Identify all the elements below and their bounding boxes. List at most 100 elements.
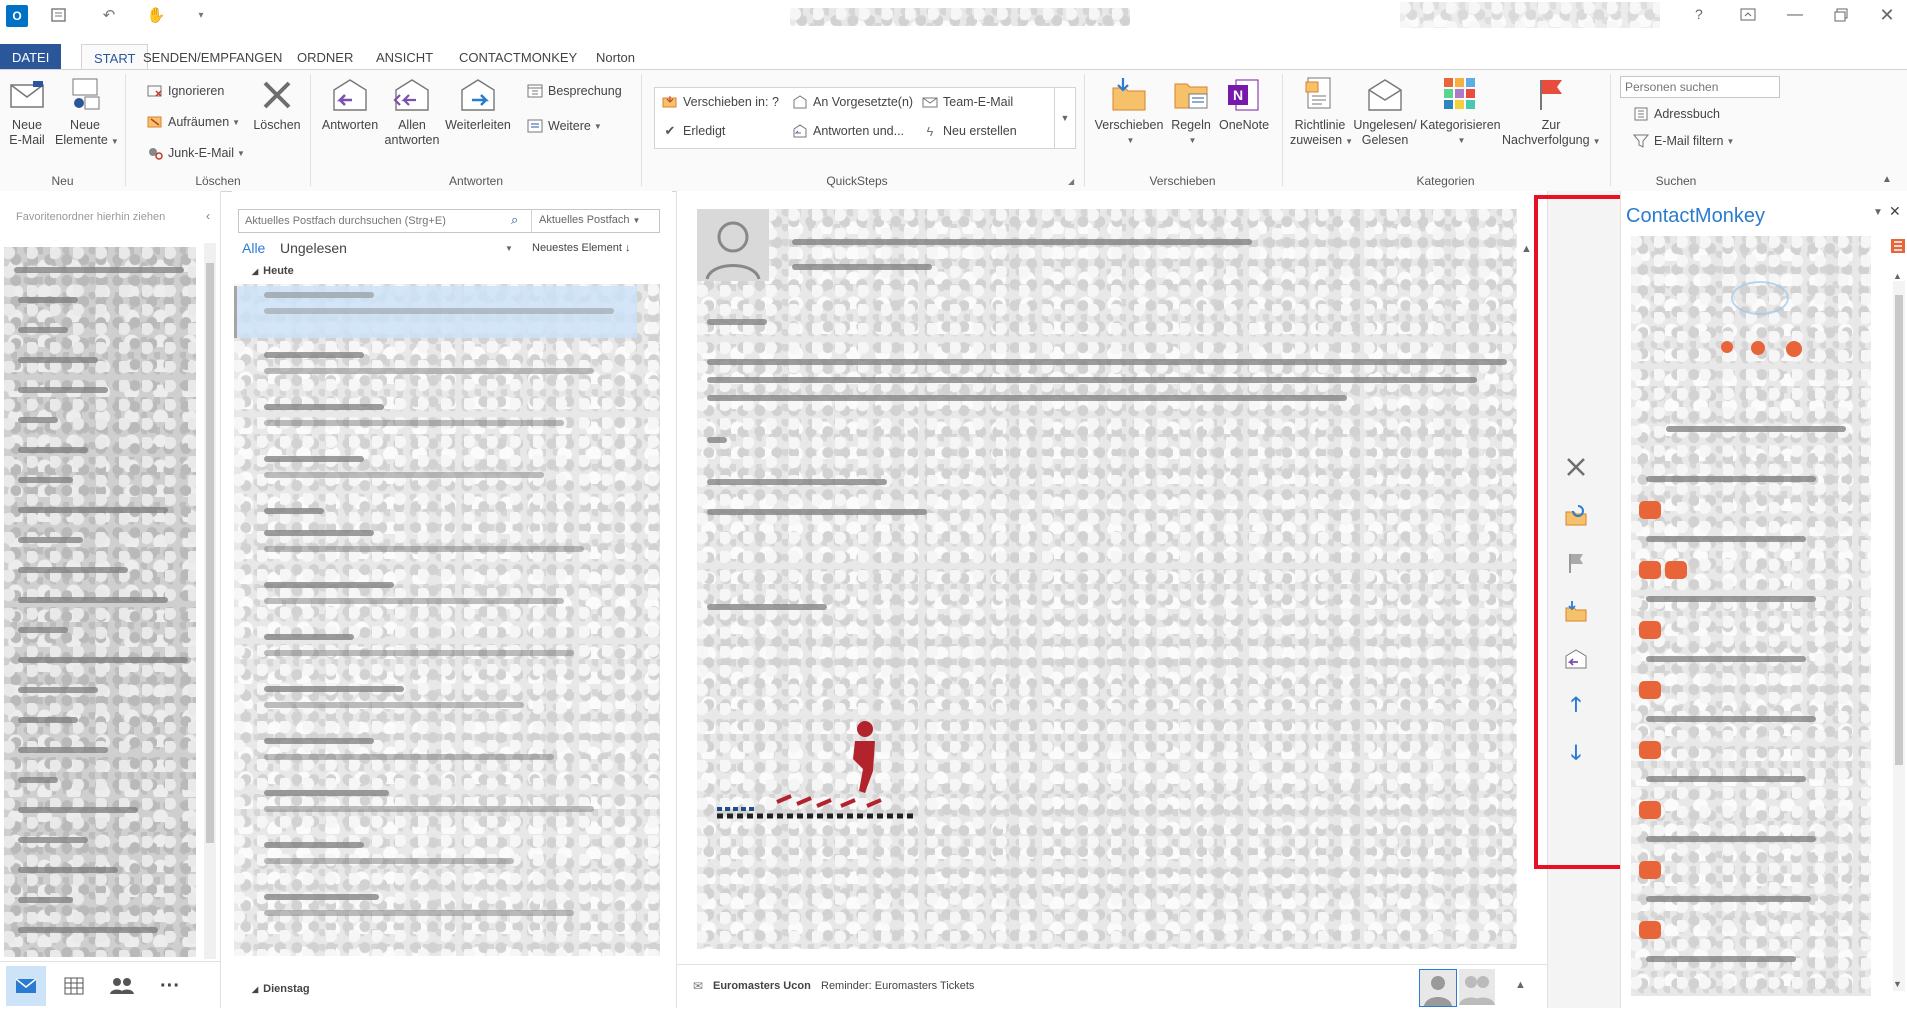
reply-all-button[interactable]: Allen antworten xyxy=(382,76,442,148)
address-book-icon xyxy=(1632,106,1650,122)
onenote-button[interactable]: N OneNote xyxy=(1218,76,1270,133)
meeting-button[interactable]: Besprechung xyxy=(526,80,622,102)
group-header-tuesday[interactable]: ◢ Dienstag xyxy=(252,983,310,995)
checkmark-icon: ✔ xyxy=(664,123,676,138)
expand-people-pane-icon[interactable]: ▲ xyxy=(1515,979,1526,991)
address-book-button[interactable]: Adressbuch xyxy=(1632,103,1720,125)
quickstep-create-new[interactable]: ϟ Neu erstellen xyxy=(921,120,1017,142)
quickstep-done[interactable]: ✔ Erledigt xyxy=(661,120,726,142)
cleanup-icon xyxy=(146,114,164,130)
sender-photo[interactable] xyxy=(1419,969,1457,1007)
search-icon[interactable]: ⌕ xyxy=(511,212,518,228)
contactmonkey-pane: ContactMonkey ▼ ✕ ▲ ▼ xyxy=(1620,191,1907,1008)
categorize-button[interactable]: Kategorisieren ▼ xyxy=(1420,76,1501,148)
collapse-pane-icon[interactable]: ‹ xyxy=(206,209,210,223)
collapse-ribbon-icon[interactable]: ▲ xyxy=(1882,174,1892,185)
search-scope-dropdown[interactable]: Aktuelles Postfach ▼ xyxy=(539,214,640,226)
group-label-suchen: Suchen xyxy=(1655,174,1697,188)
help-button[interactable]: ? xyxy=(1695,6,1703,22)
list-view-icon[interactable] xyxy=(1891,239,1905,253)
group-label-neu: Neu xyxy=(51,174,74,188)
folder-scrollbar[interactable] xyxy=(204,243,216,959)
filter-unread[interactable]: Ungelesen xyxy=(280,240,347,256)
send-receive-icon[interactable] xyxy=(48,4,70,26)
quickstep-move-to[interactable]: Verschieben in: ? xyxy=(661,91,779,113)
reply-icon[interactable] xyxy=(1556,639,1596,679)
delete-button[interactable]: Löschen xyxy=(252,76,302,133)
group-label-verschieben: Verschieben xyxy=(1149,174,1216,188)
message-items[interactable] xyxy=(234,284,660,956)
quickstep-reply-delete[interactable]: Antworten und... xyxy=(791,120,904,142)
reply-button[interactable]: Antworten xyxy=(320,76,380,133)
forward-button[interactable]: Weiterleiten xyxy=(444,76,512,133)
tab-ordner[interactable]: ORDNER xyxy=(285,44,365,70)
calendar-icon[interactable] xyxy=(54,966,94,1006)
assign-policy-button[interactable]: Richtlinie zuweisen ▼ xyxy=(1290,76,1353,149)
more-respond-button[interactable]: Weitere ▼ xyxy=(526,115,602,137)
archive-icon[interactable] xyxy=(1556,495,1596,535)
group-label-loeschen: Löschen xyxy=(195,174,241,188)
previous-item-arrow-up-icon[interactable]: 🡑 xyxy=(1556,687,1596,727)
mail-icon[interactable] xyxy=(6,966,46,1006)
new-email-button[interactable]: Neue E-Mail xyxy=(5,76,49,148)
undo-icon[interactable]: ↶ xyxy=(98,4,120,26)
filter-email-button[interactable]: E-Mail filtern ▼ xyxy=(1632,130,1734,152)
tab-ansicht[interactable]: ANSICHT xyxy=(364,44,445,70)
quickstep-team-email[interactable]: Team-E-Mail xyxy=(921,91,1013,113)
ribbon-display-options-icon[interactable] xyxy=(1730,0,1766,30)
tab-datei[interactable]: DATEI xyxy=(0,44,62,70)
search-input[interactable] xyxy=(243,212,507,230)
unread-read-button[interactable]: Ungelesen/ Gelesen xyxy=(1352,76,1418,148)
chevron-down-icon: ▼ xyxy=(232,117,241,127)
chevron-down-icon: ▼ xyxy=(1188,136,1197,145)
dialog-launcher-icon[interactable]: ◢ xyxy=(1068,177,1074,186)
scroll-up-icon[interactable]: ▲ xyxy=(1521,243,1532,255)
minimize-button[interactable]: — xyxy=(1777,0,1813,30)
rules-button[interactable]: Regeln ▼ xyxy=(1166,76,1216,148)
tab-senden-empfangen[interactable]: SENDEN/EMPFANGEN xyxy=(131,44,294,70)
close-window-button[interactable]: ✕ xyxy=(1869,0,1905,30)
more-nav-icon[interactable]: ··· xyxy=(150,966,190,1006)
tab-norton[interactable]: Norton xyxy=(584,44,647,70)
group-divider xyxy=(1610,74,1611,186)
people-search-input[interactable] xyxy=(1620,76,1780,98)
cleanup-button[interactable]: Aufräumen ▼ xyxy=(146,111,240,133)
junk-email-button[interactable]: Junk-E-Mail ▼ xyxy=(146,142,245,164)
office-theme-art xyxy=(1400,2,1660,28)
filter-all[interactable]: Alle xyxy=(242,240,265,256)
next-item-arrow-down-icon[interactable]: 🡓 xyxy=(1556,735,1596,775)
folder-tree[interactable] xyxy=(4,247,196,957)
filter-dropdown-icon[interactable]: ▼ xyxy=(505,244,513,253)
move-to-folder-icon[interactable] xyxy=(1556,591,1596,631)
followup-button[interactable]: Zur Nachverfolgung ▼ xyxy=(1502,76,1600,149)
recipients-photo[interactable] xyxy=(1459,969,1495,1005)
close-pane-icon[interactable]: ✕ xyxy=(1889,203,1901,220)
move-button[interactable]: Verschieben ▼ xyxy=(1094,76,1164,148)
scroll-down-icon[interactable]: ▼ xyxy=(1893,979,1902,989)
quicksteps-expand-icon[interactable]: ▼ xyxy=(1054,88,1075,148)
chevron-down-icon: ▼ xyxy=(110,137,119,146)
scroll-up-icon[interactable]: ▲ xyxy=(1893,271,1902,281)
group-header-today[interactable]: ◢ Heute xyxy=(252,265,294,277)
restore-button[interactable] xyxy=(1823,0,1859,30)
quickstep-to-manager[interactable]: An Vorgesetzte(n) xyxy=(791,91,913,113)
delete-icon[interactable] xyxy=(1556,447,1596,487)
tab-contactmonkey[interactable]: CONTACTMONKEY xyxy=(447,44,589,70)
search-box[interactable]: ⌕ Aktuelles Postfach▼ xyxy=(238,209,660,233)
customize-quick-access-icon[interactable]: ▾ xyxy=(190,4,212,26)
forward-icon xyxy=(458,76,498,114)
new-items-button[interactable]: Neue Elemente ▼ xyxy=(55,76,119,149)
contactmonkey-scrollbar[interactable]: ▲ ▼ xyxy=(1893,271,1905,991)
pane-options-dropdown-icon[interactable]: ▼ xyxy=(1873,207,1883,218)
svg-text:N: N xyxy=(1233,87,1243,103)
junk-icon xyxy=(146,145,164,161)
people-bar-subject: Reminder: Euromasters Tickets xyxy=(821,980,975,992)
people-bar-sender[interactable]: Euromasters Ucon xyxy=(713,980,811,992)
flag-icon xyxy=(1531,76,1571,114)
flag-icon[interactable] xyxy=(1556,543,1596,583)
sort-dropdown[interactable]: Neuestes Element ↓ xyxy=(532,242,630,254)
people-icon[interactable] xyxy=(102,966,142,1006)
reply-delete-icon xyxy=(791,123,809,139)
ignore-button[interactable]: Ignorieren xyxy=(146,80,224,102)
touch-mode-icon[interactable]: ✋ xyxy=(145,4,167,26)
